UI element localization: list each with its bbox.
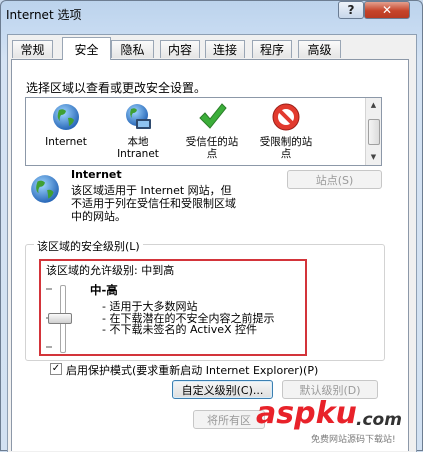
restricted-icon xyxy=(272,103,300,131)
help-button[interactable]: ? xyxy=(338,1,364,19)
tab-advanced[interactable]: 高级 xyxy=(298,40,341,58)
scroll-up-icon[interactable]: ▲ xyxy=(368,100,379,111)
highlight-annotation-box xyxy=(39,259,307,356)
globe-icon xyxy=(53,104,79,130)
selected-zone-title: Internet xyxy=(71,168,122,181)
zone-trusted-sites[interactable]: 受信任的站 点 xyxy=(178,98,246,165)
zone-label: 本地 Intranet xyxy=(117,136,159,160)
zone-restricted-sites[interactable]: 受限制的站 点 xyxy=(252,98,320,165)
protected-mode-checkbox[interactable]: ✓ xyxy=(50,363,62,375)
zone-internet[interactable]: Internet xyxy=(32,98,100,165)
tab-security[interactable]: 安全 xyxy=(62,37,111,60)
zone-label: Internet xyxy=(45,136,87,148)
zone-list: Internet 本地 Intranet 受信任的站 点 受限制的站 点 ▲ ▼ xyxy=(25,97,382,166)
reset-all-zones-button[interactable]: 将所有区 xyxy=(193,410,265,429)
close-button[interactable]: ✕ xyxy=(364,1,410,19)
local-intranet-icon xyxy=(126,104,151,129)
watermark-domain: .com xyxy=(356,410,402,430)
tab-content[interactable]: 内容 xyxy=(160,40,200,58)
tab-general[interactable]: 常规 xyxy=(12,40,53,58)
zone-list-scrollbar[interactable]: ▲ ▼ xyxy=(365,98,381,165)
zone-local-intranet[interactable]: 本地 Intranet xyxy=(104,98,172,165)
watermark-tagline: 免费网站源码下载站! xyxy=(311,435,396,445)
watermark-brand: aspku xyxy=(256,396,357,431)
zone-label: 受限制的站 点 xyxy=(259,136,313,160)
protected-mode-label: 启用保护模式(要求重新启动 Internet Explorer)(P) xyxy=(66,364,319,377)
security-level-group-label: 该区域的安全级别(L) xyxy=(34,238,143,254)
checkmark-icon: ✓ xyxy=(51,363,61,374)
tab-programs[interactable]: 程序 xyxy=(252,40,292,58)
scroll-thumb[interactable] xyxy=(368,119,380,145)
zone-prompt: 选择区域以查看或更改安全设置。 xyxy=(26,81,207,95)
scroll-down-icon[interactable]: ▼ xyxy=(368,152,379,163)
tab-privacy[interactable]: 隐私 xyxy=(111,40,154,58)
zone-label: 受信任的站 点 xyxy=(185,136,239,160)
window-title: Internet 选项 xyxy=(6,8,82,22)
checkmark-icon xyxy=(199,103,227,129)
selected-zone-description: 该区域适用于 Internet 网站，但 不适用于列在受信任和受限制区域 中的网… xyxy=(71,184,236,223)
globe-icon xyxy=(31,175,59,203)
sites-button[interactable]: 站点(S) xyxy=(287,170,382,189)
tab-connections[interactable]: 连接 xyxy=(205,40,245,58)
